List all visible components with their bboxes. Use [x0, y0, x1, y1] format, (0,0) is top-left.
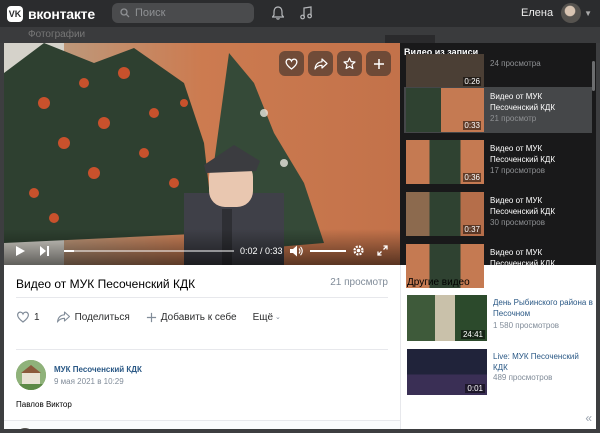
video-views: 21 просмотр [330, 277, 388, 288]
share-arrow-icon [313, 57, 328, 70]
favorite-video-button[interactable] [337, 51, 362, 76]
playlist-title: Видео от МУК Песоченский КДК [490, 144, 555, 164]
playlist-item[interactable]: 0:37 Видео от МУК Песоченский КДК 30 про… [404, 191, 592, 237]
vk-logo-text: вконтакте [28, 5, 95, 22]
action-bar: 1 Поделиться Добавить к себе Ещё ⌄ [16, 305, 388, 329]
add-label: Добавить к себе [160, 311, 237, 323]
gear-icon[interactable] [352, 244, 365, 257]
other-video-views: 489 просмотров [493, 373, 553, 382]
user-menu[interactable]: Елена ▼ [521, 3, 592, 23]
double-chevron-icon[interactable]: « [585, 411, 592, 425]
like-count: 1 [34, 311, 40, 323]
music-icon[interactable] [300, 6, 312, 20]
playlist-views: 17 просмотров [490, 166, 545, 175]
video-modal: 0:02 / 0:33 Видео из записи 0:26 24 прос… [4, 43, 596, 429]
video-player[interactable]: 0:02 / 0:33 [4, 43, 400, 265]
share-arrow-icon [56, 311, 70, 323]
heart-icon [285, 58, 298, 70]
plus-icon [146, 312, 156, 322]
share-label: Поделиться [74, 311, 130, 323]
other-videos-heading: Другие видео [407, 277, 470, 288]
playlist-views: 21 просмотр [490, 114, 537, 123]
playlist-scrollbar[interactable] [592, 61, 595, 91]
more-button[interactable]: Ещё ⌄ [253, 312, 281, 323]
playlist-thumbnail: 0:26 [406, 54, 484, 88]
comment-box [4, 420, 400, 429]
playlist-item-active[interactable]: 0:33 Видео от МУК Песоченский КДК 21 про… [404, 87, 592, 133]
time-total: 0:33 [265, 246, 283, 256]
time-display: 0:02 / 0:33 [240, 246, 283, 256]
other-video-item[interactable]: 0:01 Live: МУК Песоченский КДК 489 просм… [407, 349, 593, 395]
background-page: Фотографии [0, 27, 600, 43]
share-video-button[interactable] [308, 51, 333, 76]
playlist-duration: 0:26 [463, 77, 481, 86]
divider [16, 349, 388, 350]
volume-icon[interactable] [290, 245, 304, 257]
top-bar: VK вконтакте Елена ▼ [0, 0, 600, 27]
share-button[interactable]: Поделиться [56, 311, 130, 323]
playlist-views: 24 просмотра [490, 59, 541, 68]
vk-logo-icon: VK [7, 5, 23, 22]
avatar [561, 3, 582, 23]
other-video-thumbnail: 0:01 [407, 349, 487, 395]
other-video-title: День Рыбинского района в Песочном [493, 298, 593, 318]
volume-slider[interactable] [310, 250, 346, 252]
progress-fill [64, 250, 75, 252]
other-video-thumbnail: 24:41 [407, 295, 487, 341]
video-title: Видео от МУК Песоченский КДК [16, 277, 196, 291]
plus-icon [373, 58, 384, 69]
playlist-duration: 0:33 [463, 121, 481, 130]
heart-icon [16, 311, 30, 323]
search-icon [120, 8, 130, 18]
video-description: Павлов Виктор [16, 400, 72, 409]
chevron-down-icon: ⌄ [275, 314, 281, 321]
other-video-duration: 0:01 [465, 384, 485, 393]
vk-logo[interactable]: VK вконтакте [7, 5, 95, 22]
playlist-thumbnail: 0:33 [406, 88, 484, 132]
player-controls: 0:02 / 0:33 [4, 229, 400, 265]
playlist-panel: Видео из записи 0:26 24 просмотра 0:33 В… [400, 43, 596, 288]
author-name[interactable]: МУК Песоченский КДК [54, 365, 142, 374]
playlist-title: Видео от МУК Песоченский КДК [490, 92, 555, 112]
avatar [16, 428, 34, 429]
playlist-thumbnail: 0:36 [406, 140, 484, 184]
next-icon[interactable] [40, 246, 49, 256]
other-video-duration: 24:41 [460, 330, 485, 339]
playlist-item[interactable]: 0:26 24 просмотра [404, 53, 592, 89]
add-to-my-videos-button[interactable]: Добавить к себе [146, 312, 237, 323]
playlist-item[interactable]: 0:36 Видео от МУК Песоченский КДК 17 про… [404, 139, 592, 185]
background-section-label: Фотографии [28, 29, 86, 40]
play-icon[interactable] [16, 246, 25, 256]
bell-icon[interactable] [272, 6, 284, 20]
playlist-duration: 0:36 [463, 173, 481, 182]
author-avatar-image [16, 360, 46, 390]
playlist-views: 30 просмотров [490, 218, 545, 227]
other-video-views: 1 580 просмотров [493, 321, 560, 330]
star-icon [343, 57, 356, 70]
other-videos-panel: Другие видео 24:41 День Рыбинского район… [400, 265, 596, 429]
author-date[interactable]: 9 мая 2021 в 10:29 [54, 377, 124, 386]
add-video-button[interactable] [366, 51, 391, 76]
playlist-duration: 0:37 [463, 225, 481, 234]
other-video-title: Live: МУК Песоченский КДК [493, 352, 579, 372]
chevron-down-icon: ▼ [584, 8, 592, 18]
like-video-button[interactable] [279, 51, 304, 76]
search-input[interactable] [135, 7, 250, 19]
author-avatar[interactable] [16, 360, 46, 390]
playlist-title: Видео от МУК Песоченский КДК [490, 196, 555, 216]
time-current: 0:02 [240, 246, 258, 256]
progress-bar[interactable] [64, 250, 234, 252]
more-label: Ещё [252, 311, 274, 323]
search-box[interactable] [112, 3, 254, 23]
like-button[interactable]: 1 [16, 311, 40, 323]
divider [16, 297, 388, 298]
background-block [385, 35, 435, 43]
other-video-item[interactable]: 24:41 День Рыбинского района в Песочном … [407, 295, 593, 341]
playlist-thumbnail: 0:37 [406, 192, 484, 236]
user-name: Елена [521, 7, 554, 19]
video-info: Видео от МУК Песоченский КДК 21 просмотр… [4, 265, 400, 429]
fullscreen-icon[interactable] [377, 245, 388, 256]
